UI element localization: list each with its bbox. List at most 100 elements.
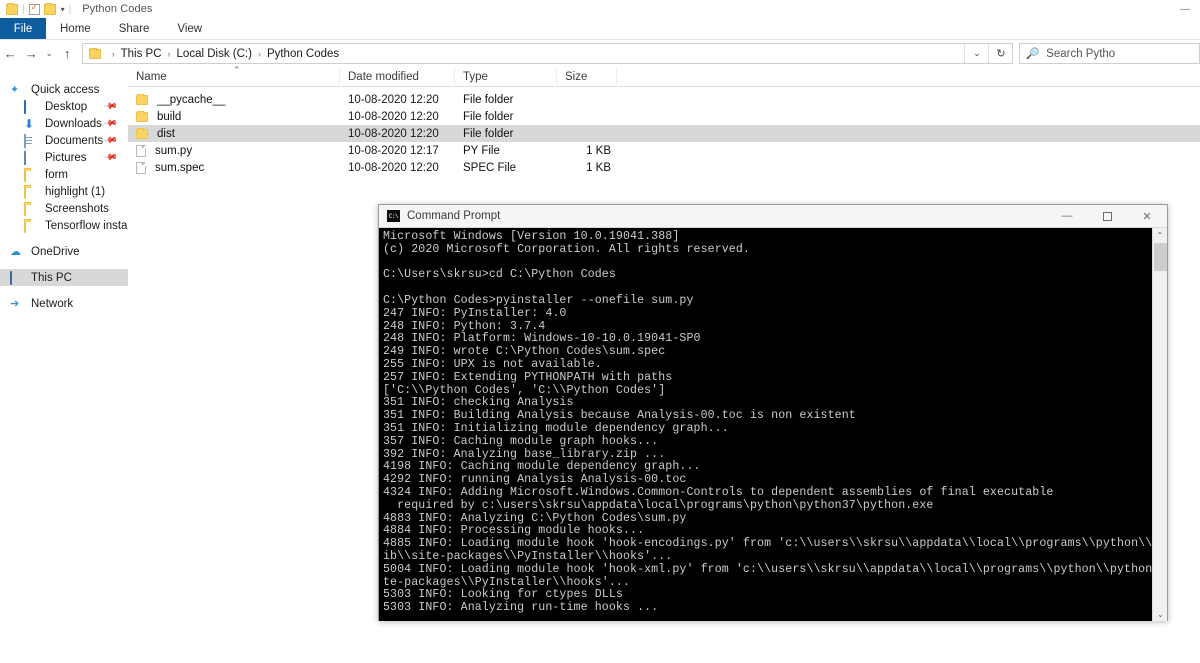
- sidebar-item-label: Documents: [45, 134, 104, 147]
- file-name-label: build: [157, 110, 182, 123]
- sidebar-item-form[interactable]: form: [0, 166, 128, 183]
- sidebar-item-label: Downloads: [45, 117, 102, 130]
- up-button[interactable]: ↑: [57, 43, 78, 65]
- properties-icon[interactable]: [28, 2, 40, 15]
- column-header-name[interactable]: Name ⌃: [128, 65, 340, 87]
- maximize-button[interactable]: [1087, 205, 1127, 228]
- sidebar-item-tensorflow[interactable]: Tensorflow installati: [0, 217, 145, 234]
- refresh-icon[interactable]: ↻: [988, 44, 1012, 63]
- tab-home[interactable]: Home: [46, 18, 105, 39]
- breadcrumb-local-disk[interactable]: Local Disk (C:): [177, 48, 252, 60]
- file-list-header: Name ⌃ Date modified Type Size: [128, 65, 1200, 87]
- desktop-icon: [24, 99, 26, 114]
- cell-date: 10-08-2020 12:20: [348, 110, 439, 123]
- sidebar-item-desktop[interactable]: Desktop 📌: [0, 98, 128, 115]
- command-prompt-titlebar[interactable]: C:\ Command Prompt — ✕: [379, 205, 1167, 228]
- search-icon: 🔍: [1026, 48, 1041, 60]
- navigation-sidebar: ✦ Quick access Desktop 📌 ⬇ Downloads 📌 D…: [0, 67, 145, 663]
- breadcrumb-separator-0: ›: [111, 48, 115, 59]
- sidebar-item-screenshots[interactable]: Screenshots: [0, 200, 128, 217]
- network-icon: ➔: [10, 297, 20, 310]
- ribbon-tabs: File Home Share View: [0, 18, 1200, 40]
- sidebar-item-network[interactable]: ➔ Network: [0, 295, 128, 312]
- folder-icon: [136, 127, 148, 139]
- sidebar-item-label: Desktop: [45, 100, 88, 113]
- breadcrumb-python-codes[interactable]: Python Codes: [267, 48, 339, 60]
- breadcrumb-separator-1: ›: [167, 48, 171, 59]
- file-icon: [136, 161, 146, 174]
- folder-icon: [24, 201, 26, 216]
- explorer-window-controls: —: [1170, 0, 1200, 18]
- sidebar-item-label: Quick access: [31, 83, 100, 96]
- star-icon: ✦: [10, 83, 20, 96]
- cell-type: SPEC File: [463, 161, 517, 174]
- address-bar-row: ← → ⌄ ↑ › This PC › Local Disk (C:) › Py…: [0, 41, 1200, 66]
- table-row[interactable]: __pycache__ 10-08-2020 12:20 File folder: [128, 91, 1200, 108]
- console-icon: C:\: [387, 210, 400, 222]
- folder-icon[interactable]: [6, 2, 18, 15]
- new-folder-icon[interactable]: [43, 2, 56, 15]
- scroll-up-icon[interactable]: ⌃: [1153, 228, 1168, 242]
- cell-name: dist: [128, 127, 340, 140]
- pictures-icon: [24, 150, 26, 165]
- tab-file[interactable]: File: [0, 18, 46, 39]
- folder-icon: [136, 110, 148, 122]
- cell-type: File folder: [463, 127, 514, 140]
- documents-icon: [24, 133, 26, 148]
- console-output-area[interactable]: Microsoft Windows [Version 10.0.19041.38…: [379, 228, 1167, 621]
- address-dropdown-icon[interactable]: ⌄: [964, 44, 988, 63]
- breadcrumb-separator-2: ›: [257, 48, 261, 59]
- column-header-date-modified[interactable]: Date modified: [340, 66, 455, 87]
- scrollbar-thumb[interactable]: [1154, 243, 1167, 271]
- column-header-type[interactable]: Type: [455, 66, 557, 87]
- cell-type: File folder: [463, 93, 514, 106]
- console-scrollbar[interactable]: ⌃ ⌄: [1152, 228, 1167, 621]
- breadcrumb[interactable]: › This PC › Local Disk (C:) › Python Cod…: [81, 43, 1014, 64]
- sidebar-item-label: Network: [31, 297, 74, 310]
- pin-icon: 📌: [103, 149, 119, 165]
- table-row[interactable]: sum.spec 10-08-2020 12:20 SPEC File 1 KB: [128, 159, 1200, 176]
- cell-date: 10-08-2020 12:17: [348, 144, 439, 157]
- cell-date: 10-08-2020 12:20: [348, 93, 439, 106]
- sidebar-item-label: form: [45, 168, 68, 181]
- cloud-icon: ☁: [10, 245, 21, 258]
- table-row[interactable]: build 10-08-2020 12:20 File folder: [128, 108, 1200, 125]
- recent-locations-button[interactable]: ⌄: [42, 43, 57, 65]
- folder-icon: [24, 184, 26, 199]
- sidebar-item-downloads[interactable]: ⬇ Downloads 📌: [0, 115, 128, 132]
- sidebar-item-label: OneDrive: [31, 245, 80, 258]
- folder-icon: [136, 93, 148, 105]
- explorer-titlebar: | ▾ | Python Codes —: [0, 0, 1200, 18]
- tab-share[interactable]: Share: [105, 18, 164, 39]
- cell-type: File folder: [463, 110, 514, 123]
- tab-view[interactable]: View: [163, 18, 216, 39]
- file-name-label: sum.spec: [155, 161, 205, 174]
- quick-access-toolbar[interactable]: | ▾ | Python Codes: [0, 2, 153, 15]
- sidebar-item-quick-access[interactable]: ✦ Quick access: [0, 81, 128, 98]
- sidebar-item-highlight[interactable]: highlight (1): [0, 183, 128, 200]
- close-button[interactable]: ✕: [1127, 205, 1167, 228]
- sidebar-item-label: highlight (1): [45, 185, 106, 198]
- search-input[interactable]: 🔍 Search Pytho: [1019, 43, 1200, 64]
- file-name-label: sum.py: [155, 144, 193, 157]
- download-icon: ⬇: [24, 116, 35, 131]
- minimize-button[interactable]: —: [1170, 0, 1200, 18]
- scroll-down-icon[interactable]: ⌄: [1153, 607, 1167, 621]
- pin-icon: 📌: [103, 98, 119, 114]
- table-row[interactable]: dist 10-08-2020 12:20 File folder: [128, 125, 1200, 142]
- forward-button[interactable]: →: [21, 43, 42, 65]
- cell-name: sum.py: [128, 144, 340, 157]
- sidebar-item-this-pc[interactable]: This PC: [0, 269, 128, 286]
- back-button[interactable]: ←: [0, 43, 21, 65]
- sidebar-item-documents[interactable]: Documents 📌: [0, 132, 128, 149]
- breadcrumb-this-pc[interactable]: This PC: [121, 48, 162, 60]
- search-placeholder: Search Pytho: [1046, 47, 1116, 60]
- column-header-size[interactable]: Size: [557, 66, 617, 87]
- minimize-button[interactable]: —: [1047, 205, 1087, 228]
- sidebar-item-pictures[interactable]: Pictures 📌: [0, 149, 128, 166]
- sidebar-item-onedrive[interactable]: ☁ OneDrive: [0, 243, 128, 260]
- chevron-down-icon[interactable]: ▾: [61, 5, 65, 14]
- table-row[interactable]: sum.py 10-08-2020 12:17 PY File 1 KB: [128, 142, 1200, 159]
- command-prompt-window[interactable]: C:\ Command Prompt — ✕ Microsoft Windows…: [378, 204, 1168, 621]
- screen-root: | ▾ | Python Codes — File Home Share Vie…: [0, 0, 1200, 663]
